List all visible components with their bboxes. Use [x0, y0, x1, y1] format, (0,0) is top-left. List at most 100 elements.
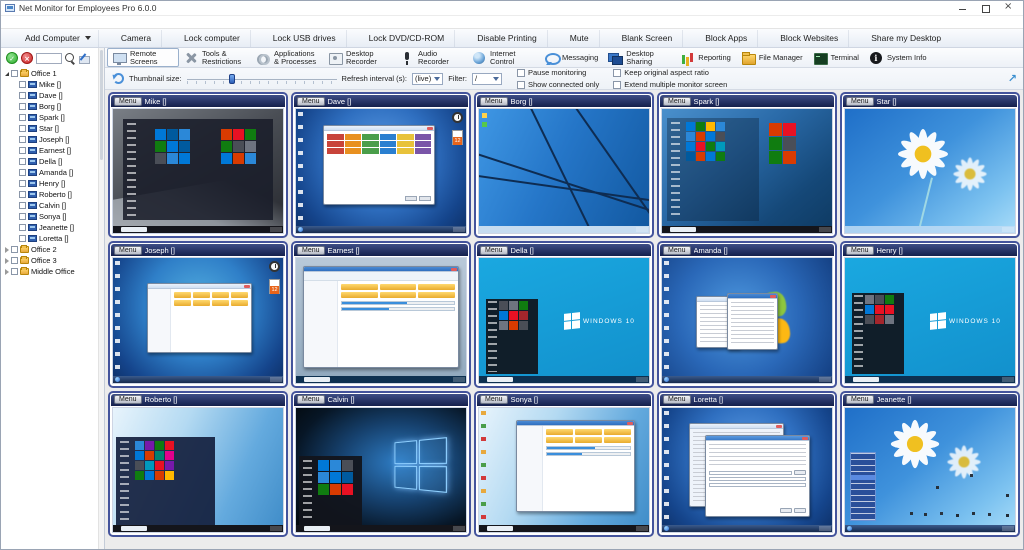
- remote-screen[interactable]: 12: [295, 108, 467, 234]
- thumbnail-jeanette[interactable]: Menu Jeanette []: [840, 391, 1020, 537]
- toolbar-button[interactable]: Add Computer: [5, 30, 99, 47]
- sidebar-computer-item[interactable]: Loretta []: [4, 233, 98, 244]
- thumbnail-menu-button[interactable]: Menu: [846, 395, 874, 404]
- computer-checkbox[interactable]: [19, 224, 26, 231]
- thumbnail-menu-button[interactable]: Menu: [663, 395, 691, 404]
- toolbar-button[interactable]: Lock computer: [164, 30, 251, 47]
- sidebar-scrollbar[interactable]: [98, 48, 104, 549]
- expander-closed-icon[interactable]: [5, 258, 9, 264]
- group-checkbox[interactable]: [11, 268, 18, 275]
- feature-tab[interactable]: Tools & Restrictions: [179, 48, 251, 67]
- refresh-interval-select[interactable]: (live): [412, 73, 443, 85]
- feature-tab[interactable]: System Info: [864, 48, 932, 67]
- thumbnail-menu-button[interactable]: Menu: [663, 97, 691, 106]
- toolbar-button[interactable]: Camera: [101, 30, 162, 47]
- remote-screen[interactable]: WINDOWS 10: [844, 257, 1016, 383]
- thumbnail-roberto[interactable]: Menu Roberto []: [108, 391, 288, 537]
- thumbnail-menu-button[interactable]: Menu: [480, 395, 508, 404]
- toolbar-button[interactable]: Disable Printing: [457, 30, 548, 47]
- thumbnail-henry[interactable]: Menu Henry [] WINDOWS 10: [840, 241, 1020, 387]
- thumbnail-menu-button[interactable]: Menu: [114, 246, 142, 255]
- close-icon[interactable]: [1004, 4, 1013, 13]
- checkbox[interactable]: [613, 69, 621, 77]
- option-checkbox-row[interactable]: Show connected only: [517, 80, 599, 90]
- remote-screen[interactable]: [295, 407, 467, 533]
- popout-arrow-icon[interactable]: ↗: [1008, 73, 1017, 84]
- minimize-icon[interactable]: [958, 4, 967, 13]
- filter-select[interactable]: /: [472, 73, 502, 85]
- toolbar-button[interactable]: Lock USB drives: [253, 30, 347, 47]
- feature-tab[interactable]: Desktop Recorder: [323, 48, 395, 67]
- disconnect-all-icon[interactable]: ×: [21, 52, 33, 64]
- remote-screen[interactable]: [112, 407, 284, 533]
- sidebar-computer-item[interactable]: Mike []: [4, 79, 98, 90]
- search-icon[interactable]: [65, 53, 76, 64]
- remote-screen[interactable]: [112, 108, 284, 234]
- feature-tab[interactable]: Remote Screens: [107, 48, 179, 67]
- thumbnail-borg[interactable]: Menu Borg []: [474, 92, 654, 238]
- thumbnail-menu-button[interactable]: Menu: [297, 395, 325, 404]
- expander-closed-icon[interactable]: [5, 269, 9, 275]
- sidebar-computer-item[interactable]: Spark []: [4, 112, 98, 123]
- computer-checkbox[interactable]: [19, 180, 26, 187]
- feature-tab[interactable]: Applications & Processes: [251, 48, 323, 67]
- sidebar-computer-item[interactable]: Henry []: [4, 178, 98, 189]
- remote-screen[interactable]: [844, 407, 1016, 533]
- feature-tab[interactable]: Desktop Sharing: [603, 48, 675, 67]
- expander-closed-icon[interactable]: [5, 247, 9, 253]
- thumbnail-spark[interactable]: Menu Spark []: [657, 92, 837, 238]
- option-checkbox-row[interactable]: Extend multiple monitor screen: [613, 80, 727, 90]
- thumbnail-menu-button[interactable]: Menu: [114, 97, 142, 106]
- thumbnail-sonya[interactable]: Menu Sonya []: [474, 391, 654, 537]
- sidebar-computer-item[interactable]: Calvin []: [4, 200, 98, 211]
- thumbnail-dave[interactable]: Menu Dave [] 12: [291, 92, 471, 238]
- remote-screen[interactable]: [661, 407, 833, 533]
- remote-screen[interactable]: [661, 108, 833, 234]
- sidebar-group-item[interactable]: Office 2: [4, 244, 98, 255]
- thumbnail-amanda[interactable]: Menu Amanda []: [657, 241, 837, 387]
- thumbnail-menu-button[interactable]: Menu: [297, 97, 325, 106]
- feature-tab[interactable]: Audio Recorder: [395, 48, 467, 67]
- remote-screen[interactable]: 12: [112, 257, 284, 383]
- edit-connection-icon[interactable]: [79, 53, 90, 64]
- thumbnail-star[interactable]: Menu Star []: [840, 92, 1020, 238]
- thumbnail-size-slider[interactable]: [187, 73, 337, 85]
- option-checkbox-row[interactable]: Keep original aspect ratio: [613, 68, 727, 78]
- thumbnail-loretta[interactable]: Menu Loretta []: [657, 391, 837, 537]
- sidebar-computer-item[interactable]: Jeanette []: [4, 222, 98, 233]
- thumbnail-joseph[interactable]: Menu Joseph [] 12: [108, 241, 288, 387]
- computer-checkbox[interactable]: [19, 235, 26, 242]
- remote-screen[interactable]: WINDOWS 10: [478, 257, 650, 383]
- toolbar-button[interactable]: Blank Screen: [602, 30, 684, 47]
- option-checkbox-row[interactable]: Pause monitoring: [517, 68, 599, 78]
- computer-checkbox[interactable]: [19, 158, 26, 165]
- sidebar-search-input[interactable]: [36, 53, 62, 64]
- toolbar-button[interactable]: Lock DVD/CD-ROM: [349, 30, 456, 47]
- group-checkbox[interactable]: [11, 257, 18, 264]
- expander-open-icon[interactable]: [5, 72, 9, 76]
- checkbox[interactable]: [613, 81, 621, 89]
- thumbnail-della[interactable]: Menu Della [] WINDOWS 10: [474, 241, 654, 387]
- feature-tab[interactable]: Internet Control: [467, 48, 539, 67]
- thumbnail-calvin[interactable]: Menu Calvin []: [291, 391, 471, 537]
- checkbox[interactable]: [517, 81, 525, 89]
- thumbnail-menu-button[interactable]: Menu: [297, 246, 325, 255]
- remote-screen[interactable]: [478, 108, 650, 234]
- group-checkbox[interactable]: [11, 246, 18, 253]
- thumbnail-mike[interactable]: Menu Mike []: [108, 92, 288, 238]
- feature-tab[interactable]: Reporting: [675, 48, 736, 67]
- sidebar-group-item[interactable]: Middle Office: [4, 266, 98, 277]
- computer-checkbox[interactable]: [19, 169, 26, 176]
- toolbar-button[interactable]: Block Apps: [685, 30, 758, 47]
- computer-checkbox[interactable]: [19, 125, 26, 132]
- computer-checkbox[interactable]: [19, 147, 26, 154]
- computer-checkbox[interactable]: [19, 202, 26, 209]
- sidebar-group-office1[interactable]: Office 1: [4, 68, 98, 79]
- sidebar-computer-item[interactable]: Borg []: [4, 101, 98, 112]
- thumbnail-menu-button[interactable]: Menu: [846, 246, 874, 255]
- thumbnail-menu-button[interactable]: Menu: [114, 395, 142, 404]
- computer-checkbox[interactable]: [19, 103, 26, 110]
- thumbnail-menu-button[interactable]: Menu: [663, 246, 691, 255]
- thumbnail-earnest[interactable]: Menu Earnest []: [291, 241, 471, 387]
- toolbar-button[interactable]: Share my Desktop: [851, 30, 951, 47]
